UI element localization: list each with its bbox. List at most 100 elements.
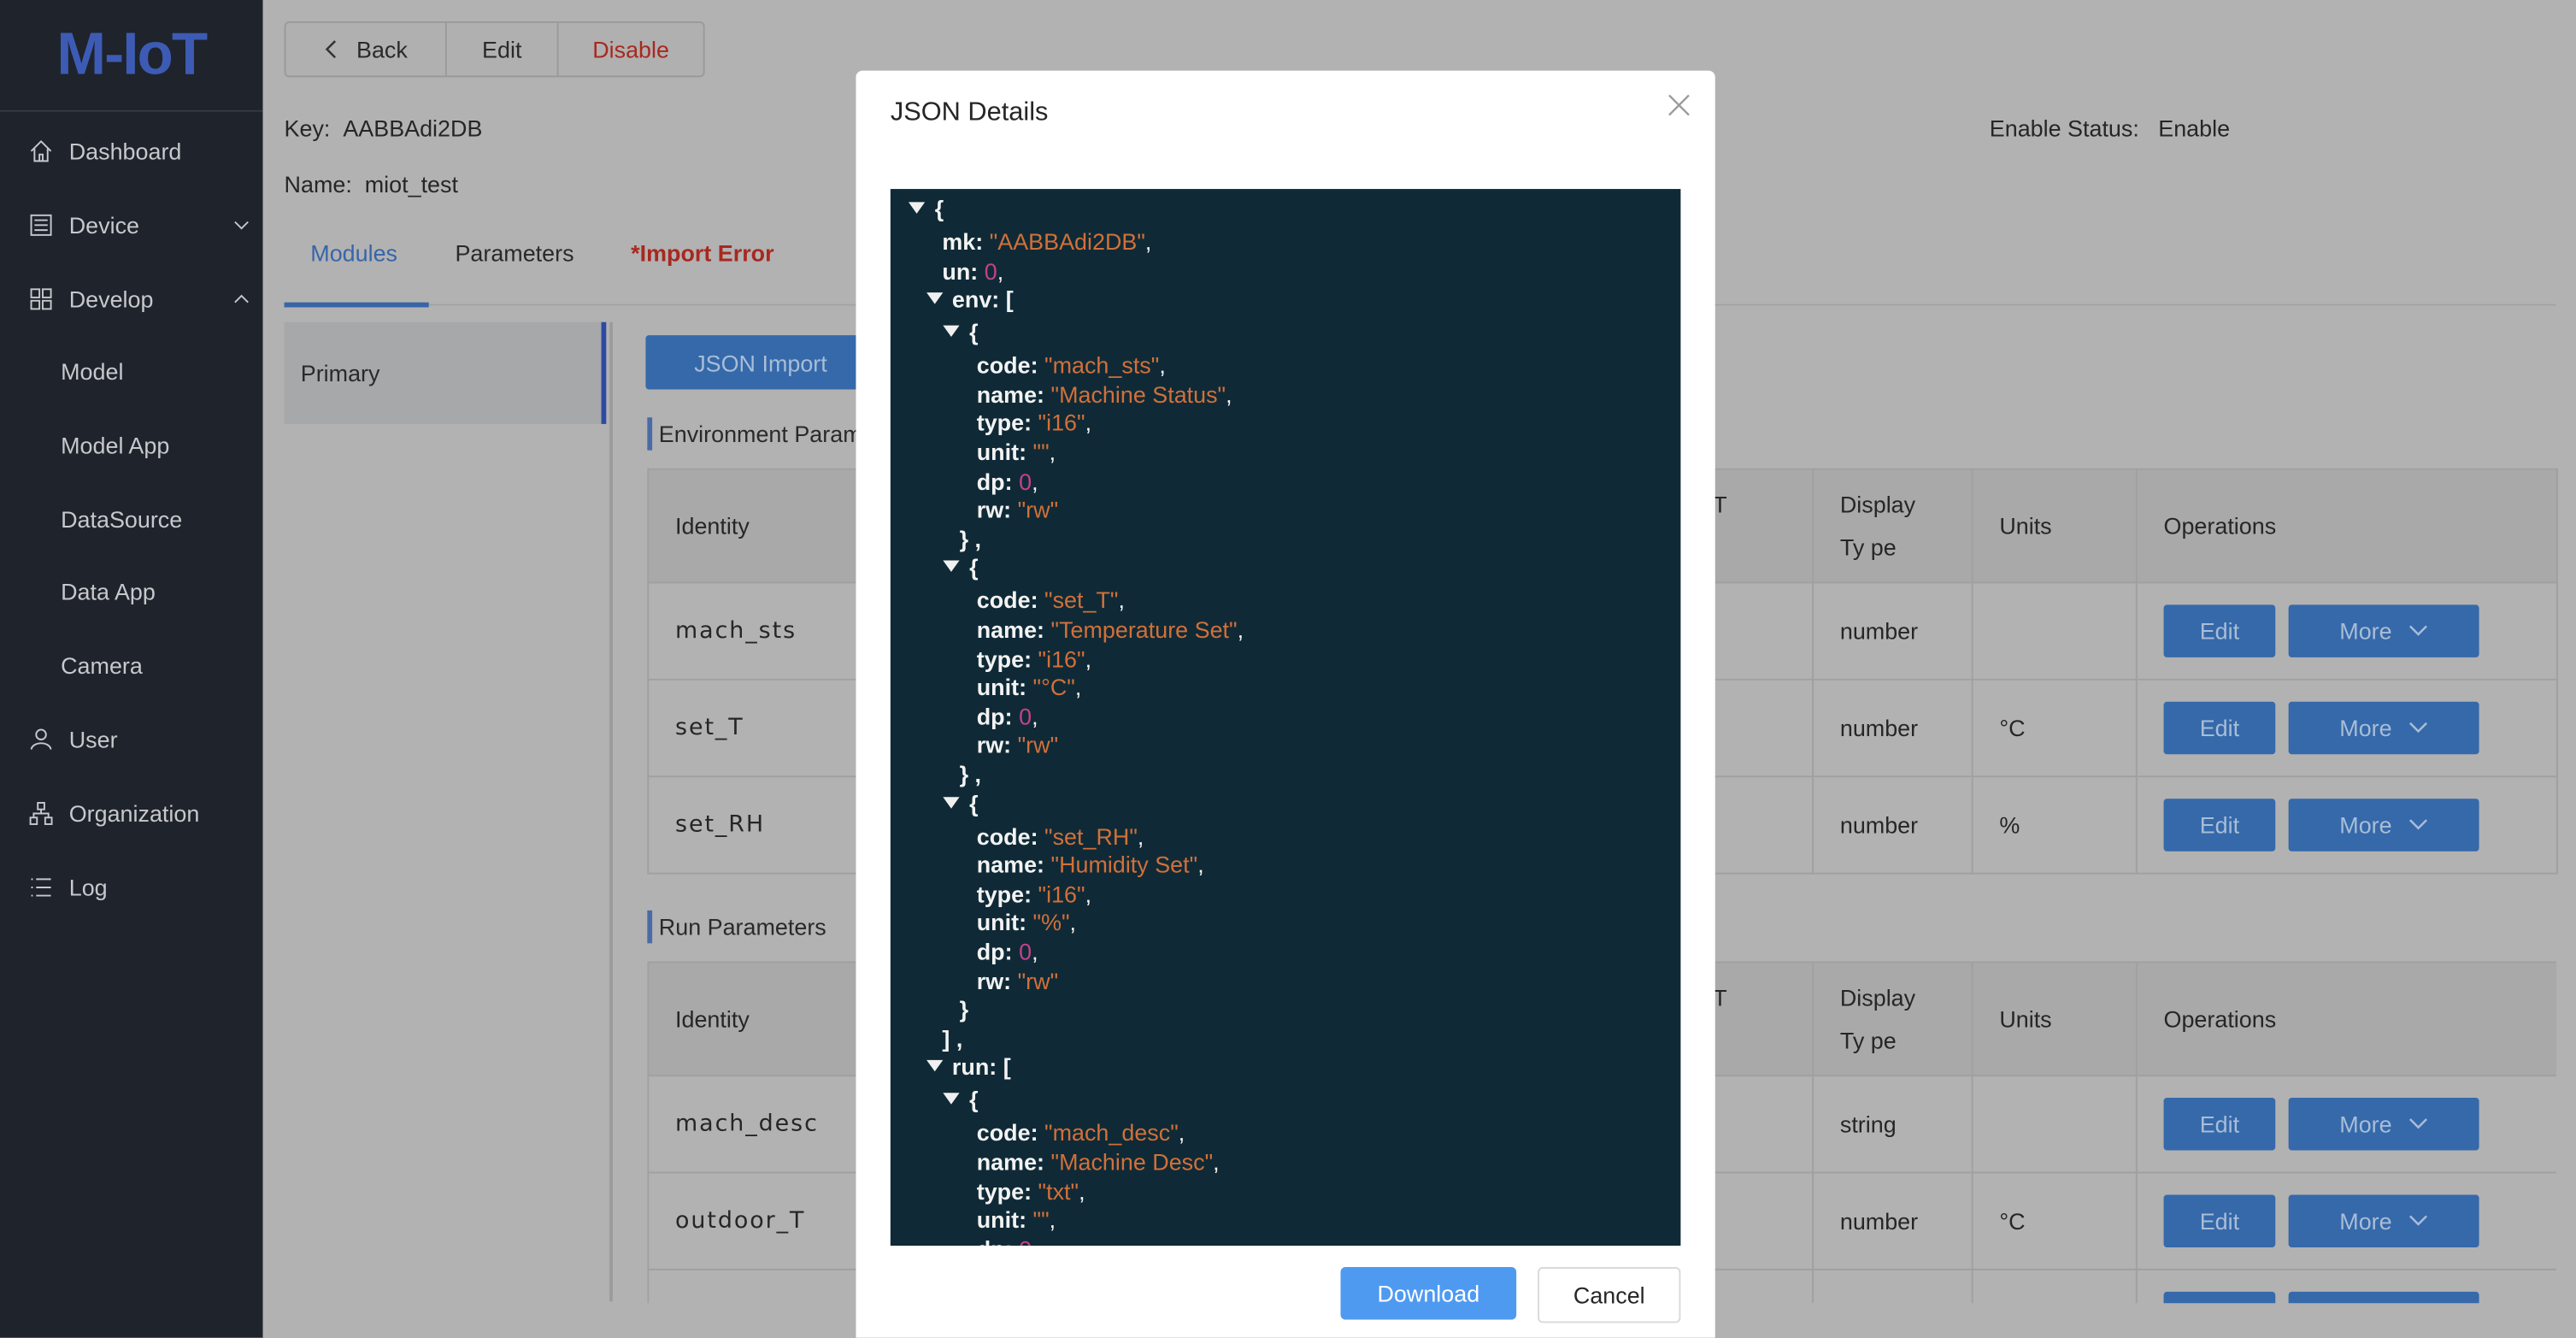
- download-button[interactable]: Download: [1340, 1267, 1517, 1320]
- sidebar-item-label: Camera: [61, 652, 143, 679]
- sidebar-item-camera[interactable]: Camera: [0, 641, 263, 691]
- more-row-button[interactable]: [2288, 1291, 2479, 1304]
- sidebar-item-label: Device: [68, 211, 139, 239]
- json-line[interactable]: {: [943, 1085, 979, 1115]
- json-import-button[interactable]: JSON Import: [645, 335, 876, 390]
- json-string-value: "set_RH": [1044, 822, 1138, 849]
- json-string-value: "Machine Status": [1050, 380, 1226, 408]
- json-key: type: [976, 1177, 1025, 1205]
- json-punct: ,: [1069, 909, 1077, 936]
- header-units: Units: [1971, 468, 2138, 584]
- collapse-triangle-icon[interactable]: [926, 1060, 943, 1073]
- tab-import-error[interactable]: *Import Error: [631, 240, 773, 267]
- sidebar-item-data-app[interactable]: Data App: [0, 567, 263, 616]
- more-row-button[interactable]: More: [2288, 1098, 2479, 1151]
- json-line[interactable]: env: [: [926, 285, 1014, 315]
- json-string-value: "rw": [1017, 732, 1059, 758]
- json-line: un: 0,: [942, 257, 1004, 284]
- more-row-button[interactable]: More: [2288, 701, 2479, 755]
- collapse-triangle-icon[interactable]: [943, 1093, 960, 1105]
- json-line: } ,: [960, 524, 981, 554]
- sidebar-item-log[interactable]: Log: [0, 863, 263, 912]
- header-display-type: Display Ty pe: [1812, 468, 1973, 584]
- json-string-value: "rw": [1017, 496, 1059, 523]
- sidebar-item-organization[interactable]: Organization: [0, 789, 263, 839]
- json-punct: ,: [1213, 1148, 1220, 1176]
- json-punct: ,: [1032, 468, 1038, 494]
- collapse-triangle-icon[interactable]: [908, 202, 926, 214]
- json-key: code: [976, 351, 1031, 379]
- cell-units: %: [1971, 775, 2138, 875]
- header-units: Units: [1971, 961, 2138, 1077]
- json-line: type: "txt",: [976, 1177, 1085, 1205]
- json-punct: ,: [1197, 852, 1204, 878]
- json-key: unit: [976, 674, 1020, 701]
- tab-active-indicator: [284, 302, 429, 308]
- collapse-triangle-icon[interactable]: [943, 796, 960, 808]
- disable-button[interactable]: Disable: [559, 23, 703, 76]
- module-primary[interactable]: Primary: [284, 321, 607, 424]
- json-bracket: [: [1003, 1053, 1011, 1081]
- json-line[interactable]: {: [943, 553, 979, 583]
- json-bracket: } ,: [959, 525, 982, 552]
- json-line: code: "mach_sts",: [976, 351, 1166, 379]
- json-bracket: } ,: [959, 760, 982, 787]
- edit-row-button[interactable]: Edit: [2163, 1194, 2276, 1247]
- sidebar-item-model[interactable]: Model: [0, 347, 263, 397]
- json-line: type: "i16",: [976, 880, 1092, 907]
- divider: [609, 321, 613, 1302]
- more-row-button[interactable]: More: [2288, 799, 2479, 852]
- edit-row-button[interactable]: Edit: [2163, 799, 2276, 852]
- json-punct: ,: [1032, 703, 1038, 730]
- edit-row-button[interactable]: Edit: [2163, 1098, 2276, 1151]
- sidebar-item-model-app[interactable]: Model App: [0, 421, 263, 470]
- json-viewer[interactable]: {mk: "AABBAdi2DB", un: 0, env: [{code: "ma…: [890, 189, 1681, 1247]
- json-bracket: [: [1005, 286, 1014, 313]
- edit-row-button[interactable]: Edit: [2163, 701, 2276, 755]
- close-icon[interactable]: [1667, 94, 1691, 117]
- json-line: code: "set_T",: [976, 586, 1125, 614]
- more-row-button[interactable]: More: [2288, 604, 2479, 657]
- json-line: dp: 0,: [977, 1234, 1038, 1246]
- collapse-triangle-icon[interactable]: [943, 561, 960, 573]
- collapse-triangle-icon[interactable]: [943, 325, 960, 338]
- json-line[interactable]: run: [: [926, 1052, 1011, 1082]
- sidebar-item-dashboard[interactable]: Dashboard: [0, 127, 263, 176]
- json-punct: ,: [1049, 439, 1056, 465]
- json-number-value: 0: [1019, 468, 1032, 494]
- json-line[interactable]: {: [908, 194, 944, 224]
- tab-modules[interactable]: Modules: [310, 240, 397, 267]
- chevron-down-icon: [2408, 722, 2427, 734]
- json-number-value: 0: [1019, 938, 1032, 965]
- edit-row-button[interactable]: [2163, 1291, 2276, 1304]
- collapse-triangle-icon[interactable]: [926, 292, 943, 304]
- sidebar-item-device[interactable]: Device: [0, 201, 263, 251]
- more-row-button[interactable]: More: [2288, 1194, 2479, 1247]
- json-key: type: [976, 645, 1025, 672]
- sidebar-item-datasource[interactable]: DataSource: [0, 495, 263, 545]
- json-line[interactable]: {: [943, 317, 979, 347]
- logo: M-IoT: [56, 20, 208, 87]
- cell-display-type: number: [1812, 775, 1973, 875]
- json-key: un: [942, 257, 971, 284]
- sidebar-item-user[interactable]: User: [0, 715, 263, 764]
- json-string-value: "mach_sts": [1044, 351, 1160, 379]
- chevron-down-icon: [2408, 1118, 2427, 1129]
- json-bracket: {: [969, 1087, 979, 1114]
- cancel-button[interactable]: Cancel: [1538, 1267, 1681, 1323]
- sidebar-item-develop[interactable]: Develop: [0, 274, 263, 324]
- cell-units: [1971, 581, 2138, 681]
- back-button[interactable]: Back: [285, 22, 447, 76]
- sidebar-item-label: User: [68, 726, 118, 753]
- tab-parameters[interactable]: Parameters: [455, 240, 573, 267]
- edit-row-button[interactable]: Edit: [2163, 604, 2276, 657]
- header-display-type: Display Ty pe: [1812, 961, 1973, 1077]
- cell-display-type: number: [1812, 678, 1973, 778]
- chevron-down-icon: [234, 221, 249, 230]
- json-line: rw: "rw": [976, 496, 1059, 523]
- sidebar: M-IoT Dashboard Device Develop Model Model A…: [0, 0, 263, 1338]
- json-punct: ,: [1137, 822, 1144, 849]
- more-label: More: [2339, 811, 2392, 839]
- edit-button[interactable]: Edit: [447, 22, 559, 76]
- json-line[interactable]: {: [943, 788, 979, 818]
